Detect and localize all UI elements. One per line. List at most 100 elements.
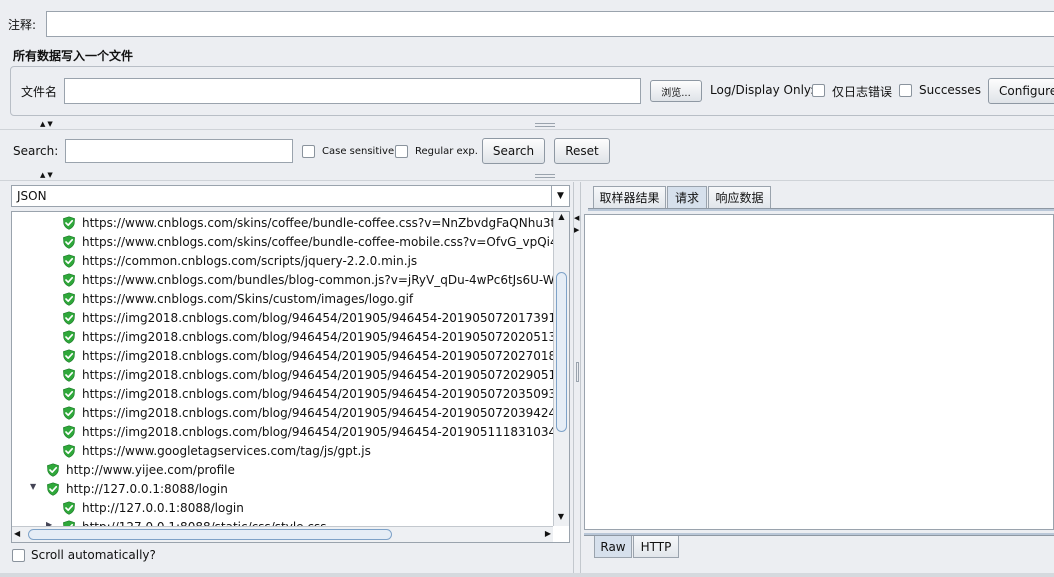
split-divider-mid [0, 180, 1054, 181]
collapse-arrows-top[interactable]: ▲▼ [40, 120, 55, 128]
scroll-down-icon[interactable]: ▼ [554, 512, 568, 526]
tree-row-label: http://127.0.0.1:8088/login [66, 481, 228, 496]
tree-row[interactable]: https://www.cnblogs.com/skins/coffee/bun… [62, 213, 553, 232]
regex-checkbox[interactable] [395, 145, 408, 158]
tree-row[interactable]: https://img2018.cnblogs.com/blog/946454/… [62, 384, 553, 403]
tree-row-label: https://img2018.cnblogs.com/blog/946454/… [82, 310, 553, 325]
search-input[interactable] [65, 139, 293, 163]
tree-row[interactable]: https://img2018.cnblogs.com/blog/946454/… [62, 327, 553, 346]
tab-raw[interactable]: Raw [594, 536, 632, 558]
tree-row-label: https://img2018.cnblogs.com/blog/946454/… [82, 367, 553, 382]
success-shield-icon [62, 272, 76, 287]
success-shield-icon [62, 367, 76, 382]
tree-row-label: https://img2018.cnblogs.com/blog/946454/… [82, 424, 553, 439]
regex-label: Regular exp. [415, 146, 478, 157]
tree-row[interactable]: http://www.yijee.com/profile [46, 460, 235, 479]
tree-horizontal-scrollbar[interactable]: ◀ ▶ [12, 526, 553, 542]
successes-checkbox[interactable] [899, 84, 912, 97]
tree-vertical-scrollbar[interactable]: ▲ ▼ [553, 212, 569, 526]
search-button[interactable]: Search [482, 138, 545, 164]
splitter-handle[interactable] [576, 362, 579, 382]
errors-only-checkbox[interactable] [812, 84, 825, 97]
tab-sampler-result[interactable]: 取样器结果 [593, 186, 666, 208]
success-shield-icon [62, 443, 76, 458]
tree-row-label: https://www.cnblogs.com/Skins/custom/ima… [82, 291, 414, 306]
renderer-selected-value: JSON [17, 189, 47, 203]
success-shield-icon [62, 291, 76, 306]
tree-row-label: https://img2018.cnblogs.com/blog/946454/… [82, 329, 553, 344]
collapse-arrows-mid[interactable]: ▲▼ [40, 171, 55, 179]
split-grip-top[interactable] [535, 123, 555, 127]
success-shield-icon [46, 481, 60, 496]
split-grip-mid[interactable] [535, 174, 555, 178]
tree-row[interactable]: ▶http://127.0.0.1:8088/static/css/style.… [46, 517, 326, 526]
success-shield-icon [62, 215, 76, 230]
scroll-left-icon[interactable]: ◀ [14, 529, 20, 538]
split-divider-top [0, 129, 1054, 130]
tree-row[interactable]: https://img2018.cnblogs.com/blog/946454/… [62, 403, 553, 422]
tab-response-data[interactable]: 响应数据 [708, 186, 771, 208]
success-shield-icon [62, 348, 76, 363]
tree-horizontal-scroll-thumb[interactable] [28, 529, 392, 540]
reset-button[interactable]: Reset [554, 138, 610, 164]
split-right-arrow-icon[interactable]: ▶ [574, 226, 579, 234]
tree-row-label: https://www.cnblogs.com/skins/coffee/bun… [82, 234, 553, 249]
request-content-area[interactable] [584, 214, 1054, 530]
tree-vertical-scroll-thumb[interactable] [556, 272, 567, 432]
scroll-automatically-label: Scroll automatically? [31, 548, 156, 562]
chevron-down-icon: ▼ [551, 186, 569, 206]
success-shield-icon [62, 386, 76, 401]
success-shield-icon [62, 405, 76, 420]
filename-label: 文件名 [21, 85, 58, 99]
comment-input[interactable] [46, 11, 1054, 37]
success-shield-icon [62, 234, 76, 249]
success-shield-icon [62, 310, 76, 325]
tree-row-label: https://www.cnblogs.com/bundles/blog-com… [82, 272, 553, 287]
expand-down-icon[interactable]: ▼ [30, 482, 36, 491]
tree-row-label: https://www.cnblogs.com/skins/coffee/bun… [82, 215, 553, 230]
tree-row[interactable]: https://img2018.cnblogs.com/blog/946454/… [62, 308, 553, 327]
tree-row[interactable]: http://127.0.0.1:8088/login [62, 498, 244, 517]
scroll-up-icon[interactable]: ▲ [554, 212, 569, 226]
successes-label: Successes [919, 83, 981, 97]
results-tree[interactable]: https://www.cnblogs.com/skins/coffee/bun… [11, 211, 570, 543]
success-shield-icon [62, 329, 76, 344]
tab-strip-line [588, 208, 1054, 211]
scroll-automatically-checkbox[interactable] [12, 549, 25, 562]
window-bottom-edge [0, 573, 1054, 577]
log-display-label: Log/Display Only: [710, 83, 815, 97]
tree-row-label: https://img2018.cnblogs.com/blog/946454/… [82, 386, 553, 401]
tree-row-label: https://common.cnblogs.com/scripts/jquer… [82, 253, 418, 268]
tree-row-label: https://img2018.cnblogs.com/blog/946454/… [82, 348, 553, 363]
tab-http[interactable]: HTTP [633, 536, 679, 558]
tree-row[interactable]: https://www.googletagservices.com/tag/js… [62, 441, 371, 460]
errors-only-label: 仅日志错误 [832, 85, 893, 99]
tree-row-label: http://www.yijee.com/profile [66, 462, 235, 477]
renderer-select[interactable]: JSON ▼ [11, 185, 570, 207]
filename-input[interactable] [64, 78, 641, 104]
success-shield-icon [62, 500, 76, 515]
tree-row[interactable]: https://img2018.cnblogs.com/blog/946454/… [62, 422, 553, 441]
split-left-arrow-icon[interactable]: ◀ [574, 214, 579, 222]
comment-label: 注释: [8, 18, 37, 32]
tree-row[interactable]: https://www.cnblogs.com/skins/coffee/bun… [62, 232, 553, 251]
scroll-right-icon[interactable]: ▶ [545, 529, 551, 538]
configure-button[interactable]: Configure [988, 78, 1054, 104]
tree-row[interactable]: https://img2018.cnblogs.com/blog/946454/… [62, 346, 553, 365]
vertical-splitter[interactable]: ◀ ▶ [573, 182, 581, 577]
file-section-title: 所有数据写入一个文件 [13, 49, 134, 63]
tree-rows: https://www.cnblogs.com/skins/coffee/bun… [12, 212, 553, 526]
tree-row[interactable]: https://www.cnblogs.com/bundles/blog-com… [62, 270, 553, 289]
tree-row-label: https://www.googletagservices.com/tag/js… [82, 443, 371, 458]
case-sensitive-label: Case sensitive [322, 146, 395, 157]
browse-button[interactable]: 浏览... [650, 80, 702, 102]
tab-request[interactable]: 请求 [667, 186, 707, 208]
tree-row-label: https://img2018.cnblogs.com/blog/946454/… [82, 405, 553, 420]
tree-row[interactable]: https://www.cnblogs.com/Skins/custom/ima… [62, 289, 413, 308]
case-sensitive-checkbox[interactable] [302, 145, 315, 158]
search-label: Search: [13, 144, 59, 158]
tree-row[interactable]: https://img2018.cnblogs.com/blog/946454/… [62, 365, 553, 384]
tree-row[interactable]: ▼ http://127.0.0.1:8088/login [30, 479, 228, 498]
success-shield-icon [62, 253, 76, 268]
tree-row[interactable]: https://common.cnblogs.com/scripts/jquer… [62, 251, 417, 270]
